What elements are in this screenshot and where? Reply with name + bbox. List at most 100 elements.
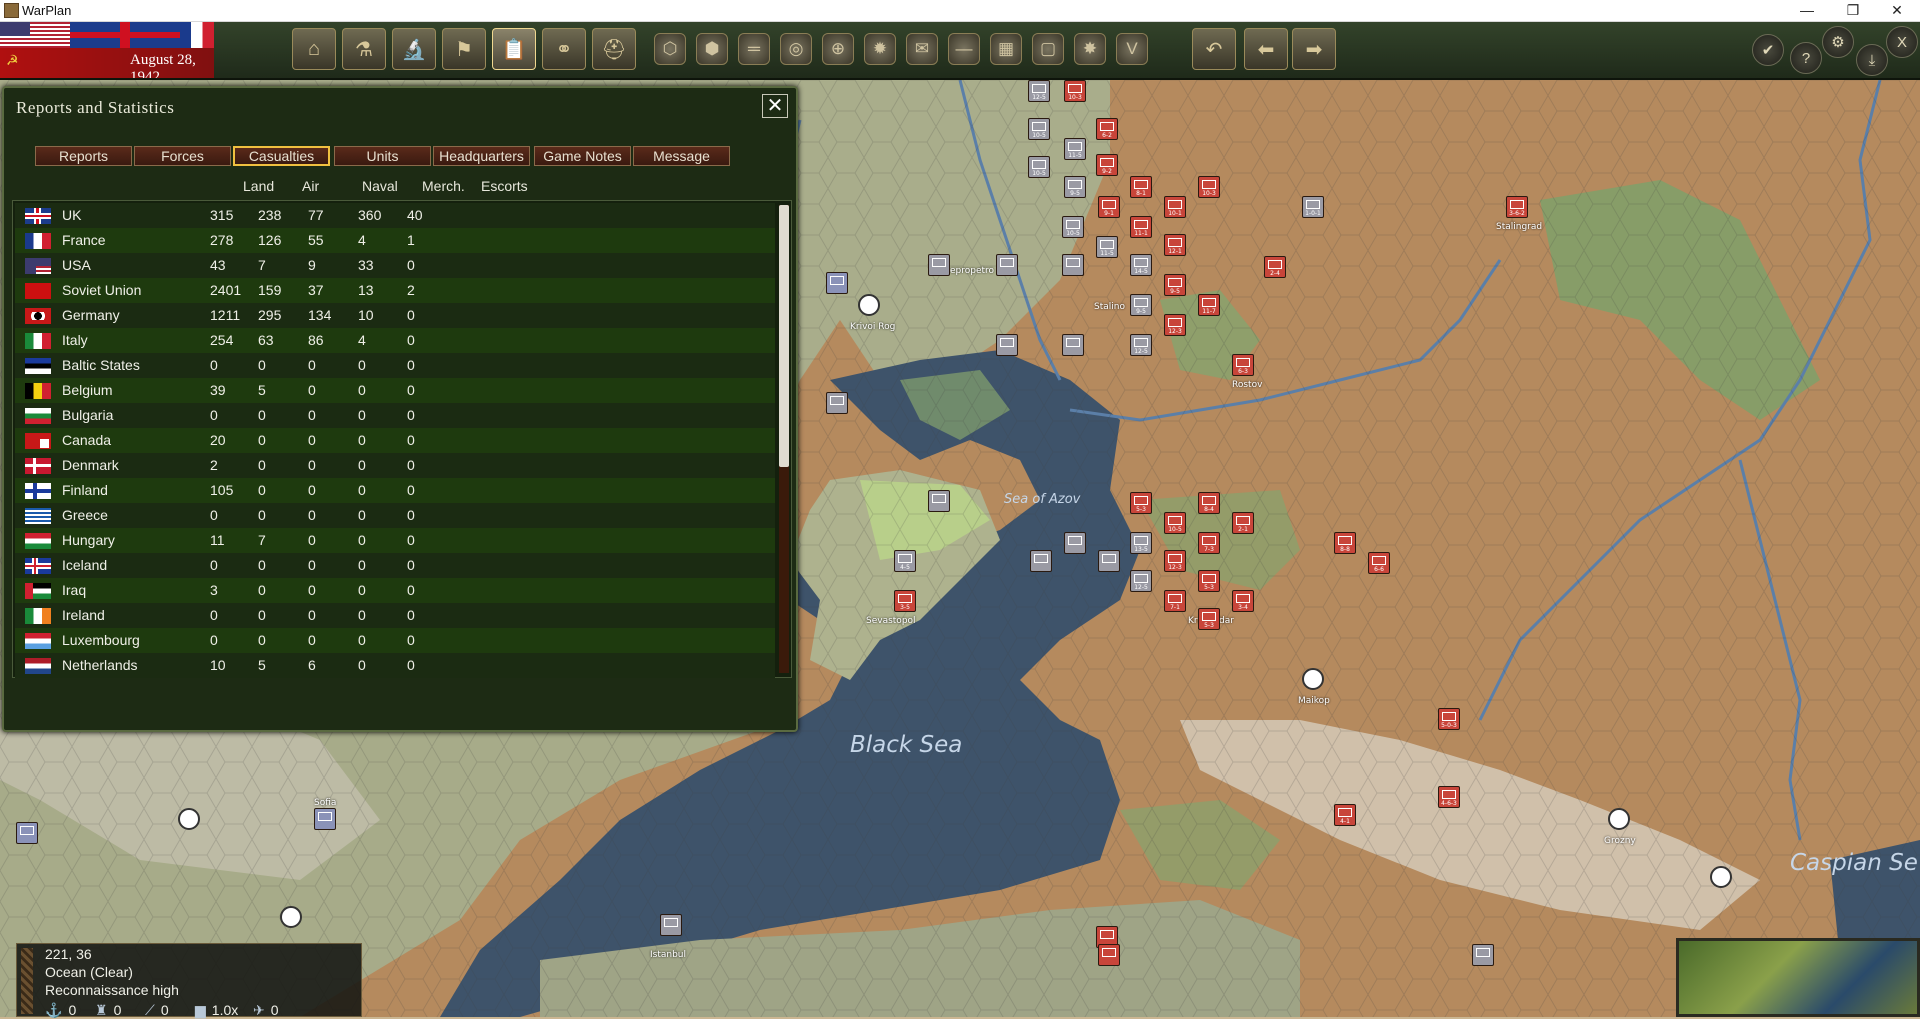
city-marker[interactable] [280, 906, 302, 928]
soviet-unit[interactable]: 5-3 [1198, 570, 1220, 592]
soviet-unit[interactable]: 7-3 [1198, 532, 1220, 554]
soviet-unit[interactable]: 6-6 [1368, 552, 1390, 574]
science-button[interactable]: 🔬 [392, 28, 436, 70]
city-sofia[interactable]: Sofia [314, 798, 336, 808]
tab-headquarters[interactable]: Headquarters [433, 146, 530, 166]
neutral-unit[interactable] [16, 822, 38, 844]
hex-grid-toggle[interactable]: ⬡ [652, 30, 688, 68]
allied-unit[interactable] [826, 272, 848, 294]
city-marker[interactable] [178, 808, 200, 830]
axis-unit[interactable] [660, 914, 682, 936]
soviet-unit[interactable]: 3-5 [894, 590, 916, 612]
axis-unit[interactable] [1062, 334, 1084, 356]
diplomacy-button[interactable]: ⚑ [442, 28, 486, 70]
army-button[interactable]: ⛑ [592, 28, 636, 70]
city-rostov[interactable]: Rostov [1232, 380, 1262, 390]
target-toggle[interactable]: ⊕ [820, 30, 856, 68]
soviet-unit[interactable]: 8-1 [1130, 176, 1152, 198]
city-marker[interactable] [1302, 668, 1324, 690]
rail-toggle[interactable]: ═ [736, 30, 772, 68]
city-marker[interactable] [1710, 866, 1732, 888]
soviet-unit[interactable]: 11-7 [1198, 294, 1220, 316]
line-toggle[interactable]: — [946, 30, 982, 68]
city-krivoi-rog[interactable]: Krivoi Rog [850, 322, 895, 332]
soviet-unit[interactable]: 3-6-2 [1506, 196, 1528, 218]
axis-unit[interactable]: 12-5 [1130, 570, 1152, 592]
city-maikop[interactable]: Maikop [1298, 696, 1330, 706]
soviet-unit[interactable]: 9-5 [1164, 274, 1186, 296]
victory-toggle[interactable]: V [1114, 30, 1150, 68]
settings-button[interactable]: ⚙ [1822, 26, 1854, 58]
burst-toggle[interactable]: ✹ [862, 30, 898, 68]
axis-unit[interactable]: 10-5 [1062, 216, 1084, 238]
axis-unit[interactable]: 10-5 [1028, 156, 1050, 178]
city-grozny[interactable]: Grozny [1604, 836, 1636, 846]
soviet-unit[interactable] [1098, 944, 1120, 966]
soviet-unit[interactable]: 10-1 [1164, 196, 1186, 218]
grid-toggle[interactable]: ▦ [988, 30, 1024, 68]
axis-unit[interactable] [1062, 254, 1084, 276]
frame-toggle[interactable]: ▢ [1030, 30, 1066, 68]
axis-unit[interactable] [996, 334, 1018, 356]
city-dnepropetrovsk[interactable]: epropetro [950, 266, 994, 276]
soviet-unit[interactable]: 6-2 [1096, 118, 1118, 140]
tab-reports[interactable]: Reports [35, 146, 132, 166]
axis-unit[interactable]: 10-5 [1028, 118, 1050, 140]
save-button[interactable]: ⤓ [1856, 44, 1888, 76]
axis-unit[interactable]: 9-5 [1064, 176, 1086, 198]
axis-unit[interactable]: 14-5 [1130, 254, 1152, 276]
axis-unit[interactable]: 11-5 [1096, 236, 1118, 258]
axis-unit[interactable]: 4-5 [894, 550, 916, 572]
axis-unit[interactable]: 1-0-1 [1302, 196, 1324, 218]
minimize-button[interactable]: — [1784, 0, 1830, 21]
city-stalingrad[interactable]: Stalingrad [1496, 222, 1542, 232]
axis-unit[interactable] [826, 392, 848, 414]
reports-button[interactable]: 📋 [492, 28, 536, 70]
soviet-unit[interactable]: 2-1 [1232, 512, 1254, 534]
tab-forces[interactable]: Forces [134, 146, 231, 166]
panel-close-button[interactable]: ✕ [762, 94, 788, 118]
production-button[interactable]: ⌂ [292, 28, 336, 70]
soviet-unit[interactable]: 5-3 [1198, 608, 1220, 630]
soviet-unit[interactable]: 4-1 [1334, 804, 1356, 826]
axis-unit[interactable] [928, 490, 950, 512]
soviet-unit[interactable]: 7-1 [1164, 590, 1186, 612]
tab-message[interactable]: Message [633, 146, 730, 166]
soviet-unit[interactable]: 5-0-3 [1438, 708, 1460, 730]
neutral-unit[interactable] [314, 808, 336, 830]
soviet-unit[interactable]: 10-5 [1164, 512, 1186, 534]
soviet-unit[interactable]: 3-4 [1232, 590, 1254, 612]
axis-unit[interactable]: 12-5 [1130, 334, 1152, 356]
soviet-unit[interactable]: 9-1 [1098, 196, 1120, 218]
help-button[interactable]: ? [1790, 42, 1822, 74]
previous-unit-button[interactable]: ⬅ [1244, 28, 1288, 70]
minimap[interactable] [1676, 938, 1920, 1017]
hex-cluster-toggle[interactable]: ⬢ [694, 30, 730, 68]
axis-unit[interactable]: 12-5 [1028, 80, 1050, 102]
supply-toggle[interactable]: ◎ [778, 30, 814, 68]
table-scrollbar[interactable] [779, 205, 789, 673]
axis-unit[interactable]: 11-5 [1064, 138, 1086, 160]
soviet-unit[interactable]: 4-6-3 [1438, 786, 1460, 808]
exit-button[interactable]: X [1886, 26, 1918, 58]
axis-unit[interactable] [1064, 532, 1086, 554]
soviet-unit[interactable]: 12-1 [1164, 234, 1186, 256]
soviet-unit[interactable]: 9-2 [1096, 154, 1118, 176]
intel-button[interactable]: ⚭ [542, 28, 586, 70]
axis-unit[interactable] [1030, 550, 1052, 572]
soviet-unit[interactable]: 12-3 [1164, 550, 1186, 572]
tab-casualties[interactable]: Casualties [233, 146, 330, 166]
soviet-unit[interactable]: 6-3 [1232, 354, 1254, 376]
soviet-unit[interactable]: 8-4 [1198, 492, 1220, 514]
scrollbar-thumb[interactable] [779, 205, 789, 467]
soviet-unit[interactable]: 8-8 [1334, 532, 1356, 554]
axis-unit[interactable] [1472, 944, 1494, 966]
city-stalino[interactable]: Stalino [1094, 302, 1125, 312]
soviet-unit[interactable]: 10-3 [1064, 80, 1086, 102]
soviet-unit[interactable]: 11-1 [1130, 216, 1152, 238]
undo-button[interactable]: ↶ [1192, 28, 1236, 70]
soviet-unit[interactable]: 2-4 [1264, 256, 1286, 278]
next-unit-button[interactable]: ➡ [1292, 28, 1336, 70]
axis-unit[interactable] [996, 254, 1018, 276]
restore-button[interactable]: ❐ [1830, 0, 1876, 21]
